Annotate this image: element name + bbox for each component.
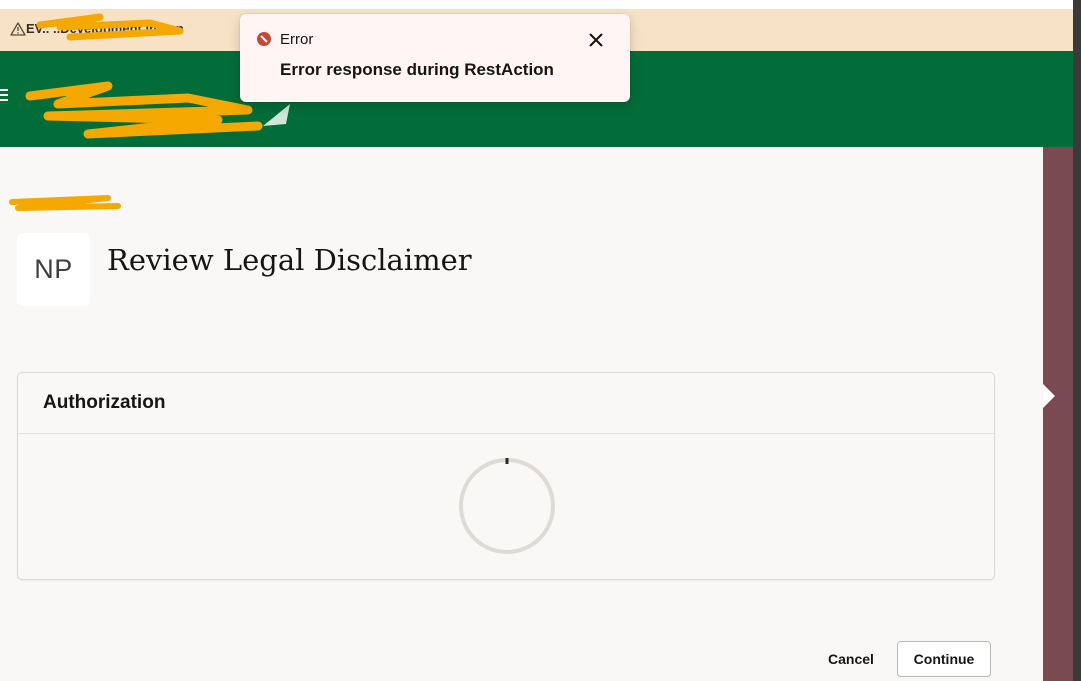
- redacted-breadcrumb: [9, 195, 121, 211]
- warning-triangle-icon: [10, 22, 26, 36]
- error-circle-icon: [257, 32, 271, 46]
- card-divider: [18, 433, 994, 434]
- card-title: Authorization: [43, 392, 166, 413]
- toast-label: Error: [280, 31, 314, 48]
- toast-message: Error response during RestAction: [280, 60, 554, 79]
- right-side-panel: [1043, 147, 1073, 681]
- panel-arrow-icon: [1043, 384, 1055, 408]
- redaction-scribble: [36, 13, 184, 41]
- avatar: NP: [17, 233, 90, 306]
- loading-spinner-icon: [459, 458, 555, 554]
- cancel-button[interactable]: Cancel: [816, 641, 886, 677]
- top-strip: [0, 0, 1081, 9]
- close-icon[interactable]: [584, 28, 608, 52]
- hamburger-menu-icon[interactable]: [0, 89, 12, 103]
- page-title: Review Legal Disclaimer: [107, 243, 472, 277]
- error-toast: Error Error response during RestAction: [240, 14, 630, 102]
- main-content: NP Review Legal Disclaimer Authorization…: [0, 147, 1043, 681]
- authorization-card: Authorization: [17, 372, 995, 580]
- window-edge: [1073, 0, 1081, 681]
- continue-button[interactable]: Continue: [897, 641, 991, 677]
